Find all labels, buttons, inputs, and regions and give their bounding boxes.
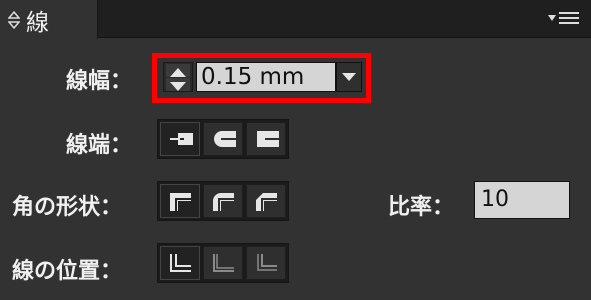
panel-title: 線 — [26, 9, 49, 36]
increment-button[interactable] — [166, 64, 190, 77]
projecting-cap-button[interactable] — [246, 122, 286, 156]
butt-cap-icon — [170, 133, 193, 145]
butt-cap-button[interactable] — [160, 122, 200, 156]
stroke-weight-input[interactable]: 0.15 mm — [196, 62, 336, 92]
align-outside-button[interactable] — [246, 246, 286, 280]
cap-button-group — [157, 119, 289, 159]
align-center-button[interactable] — [160, 246, 200, 280]
align-outside-icon — [257, 254, 277, 271]
miter-ratio-input[interactable]: 10 — [474, 181, 570, 219]
miter-join-button[interactable] — [160, 184, 200, 218]
projecting-cap-icon — [257, 131, 279, 147]
stroke-panel-tab[interactable]: 線 — [0, 0, 98, 39]
round-join-button[interactable] — [203, 184, 243, 218]
panel-tab-bar: 線 — [0, 0, 591, 39]
round-cap-button[interactable] — [203, 122, 243, 156]
bevel-join-icon — [256, 193, 277, 211]
panel-menu-icon[interactable] — [546, 9, 582, 29]
align-center-icon — [170, 254, 191, 272]
round-join-icon — [213, 193, 234, 211]
miter-join-icon — [170, 193, 191, 211]
corner-label: 角の形状： — [12, 195, 123, 220]
align-stroke-button-group — [157, 243, 289, 283]
arrow-down-icon — [170, 82, 186, 91]
cap-label: 線端： — [66, 133, 133, 158]
corner-button-group — [157, 181, 289, 221]
chevron-down-icon — [342, 73, 356, 81]
expand-collapse-icon[interactable] — [8, 10, 20, 30]
decrement-button[interactable] — [166, 78, 190, 91]
miter-ratio-label: 比率： — [388, 195, 455, 220]
align-stroke-label: 線の位置： — [12, 259, 123, 284]
round-cap-icon — [214, 131, 236, 147]
align-inside-button[interactable] — [203, 246, 243, 280]
align-inside-icon — [213, 254, 234, 272]
stroke-weight-dropdown[interactable] — [336, 62, 362, 92]
stroke-weight-label: 線幅： — [66, 69, 133, 94]
stroke-weight-stepper[interactable] — [163, 62, 193, 92]
bevel-join-button[interactable] — [246, 184, 286, 218]
